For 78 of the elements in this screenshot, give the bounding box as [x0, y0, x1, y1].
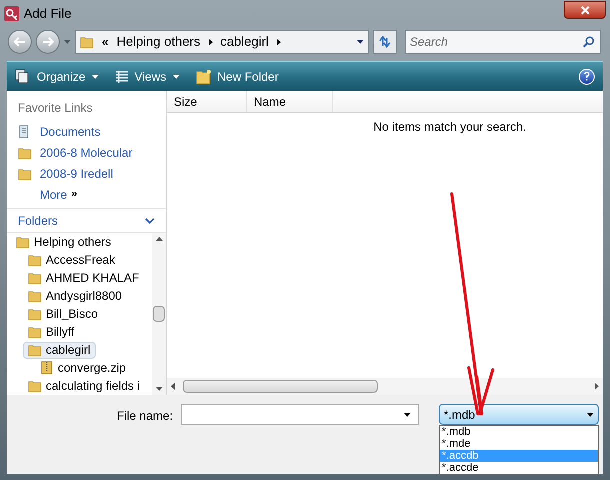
folder-icon [16, 235, 30, 249]
folder-icon [80, 35, 94, 49]
search-icon [583, 36, 595, 48]
chevron-right-icon [276, 38, 281, 46]
tree-item[interactable]: Billyff [23, 324, 80, 340]
folder-icon [28, 307, 42, 321]
folder-icon [28, 253, 42, 267]
favorite-link[interactable]: 2008-9 Iredell [18, 163, 155, 184]
tree-item[interactable]: Bill_Bisco [23, 306, 104, 322]
tree-item[interactable]: AccessFreak [23, 252, 120, 268]
close-button[interactable] [564, 1, 606, 19]
forward-button[interactable] [36, 30, 60, 54]
dropdown-option[interactable]: *.mde [440, 438, 598, 450]
back-button[interactable] [8, 30, 32, 54]
tree-item[interactable]: calculating fields i [23, 378, 146, 394]
tree-item[interactable]: Andysgirl8800 [23, 288, 128, 304]
toolbar-button[interactable]: New Folder [196, 68, 279, 86]
refresh-button[interactable] [373, 30, 397, 54]
caret-icon [404, 413, 411, 417]
folder-icon [28, 379, 42, 393]
toolbar-button[interactable]: Organize [15, 68, 99, 86]
back-arrow-icon [14, 37, 26, 47]
column-header[interactable]: Name [247, 91, 333, 112]
search-field[interactable]: Search [405, 30, 601, 54]
horizontal-scrollbar[interactable] [167, 378, 603, 395]
favorite-link[interactable]: 2006-8 Molecular [18, 142, 155, 163]
scrollbar-thumb[interactable] [153, 306, 165, 322]
breadcrumb-item[interactable]: cablegirl [220, 32, 269, 52]
field-label: File name: [117, 408, 173, 425]
new-folder-icon [196, 68, 212, 84]
file-type-dropdown[interactable]: *.mdb [439, 404, 599, 425]
folder-icon [28, 325, 42, 339]
help-button[interactable] [579, 68, 595, 84]
question-mark-icon [584, 72, 590, 81]
scrollbar-thumb[interactable] [183, 380, 378, 393]
scroll-up-icon [156, 237, 162, 241]
file-name-field[interactable] [181, 404, 419, 425]
folder-icon [18, 146, 32, 160]
caret-icon [92, 74, 99, 78]
chevron-down-icon [145, 218, 155, 224]
folder-icon [18, 166, 32, 180]
vertical-scrollbar[interactable] [152, 233, 166, 395]
chevron-right-icon [208, 38, 213, 46]
tree-item[interactable]: Helping others [11, 234, 116, 250]
forward-arrow-icon [42, 37, 54, 47]
scroll-left-icon [171, 383, 175, 390]
folders-header[interactable]: Folders [7, 209, 166, 233]
folder-icon [28, 289, 42, 303]
window-title: Add File [24, 5, 72, 24]
overflow-chevron[interactable]: « [102, 33, 109, 51]
refresh-arrows-icon [378, 36, 392, 48]
list-view-icon [114, 70, 129, 84]
address-bar[interactable]: « Helping others cablegirl [75, 30, 369, 54]
tree-item[interactable]: converge.zip [35, 360, 132, 376]
dropdown-option[interactable]: *.accde [440, 462, 598, 474]
empty-message: No items match your search. [374, 119, 526, 136]
stacked-pages-icon [15, 68, 31, 84]
tree-item[interactable]: AHMED KHALAF [23, 270, 144, 286]
caret-icon [357, 40, 364, 44]
dropdown-option[interactable]: *.mdb [440, 426, 598, 438]
column-header[interactable]: Size [167, 91, 247, 112]
close-icon [580, 6, 590, 14]
zip-file-icon [40, 361, 54, 375]
more-chevron: » [71, 187, 78, 202]
scroll-down-icon [156, 387, 162, 391]
folder-icon [28, 271, 42, 285]
scroll-right-icon [595, 383, 599, 390]
tree-item[interactable]: cablegirl [23, 342, 96, 358]
key-app-icon [4, 6, 20, 22]
folder-icon [28, 343, 42, 357]
caret-icon [64, 40, 71, 44]
favorite-link[interactable]: Documents [18, 121, 155, 142]
caret-icon [587, 412, 594, 416]
more-link[interactable]: More [40, 186, 68, 204]
breadcrumb-item[interactable]: Helping others [116, 32, 201, 52]
section-heading: Favorite Links [18, 100, 94, 117]
caret-icon [172, 74, 180, 78]
toolbar-button[interactable]: Views [114, 68, 180, 86]
